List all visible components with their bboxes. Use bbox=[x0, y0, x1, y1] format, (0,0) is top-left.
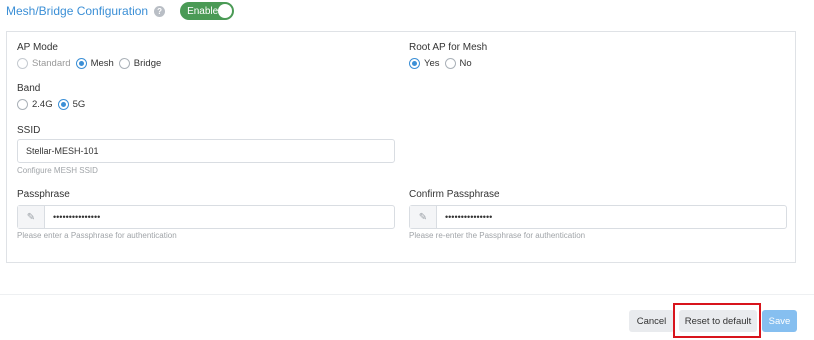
radio-2-4g-label: 2.4G bbox=[32, 99, 53, 110]
ssid-input[interactable]: Stellar-MESH-101 bbox=[17, 139, 395, 163]
help-icon[interactable]: ? bbox=[154, 5, 166, 17]
section-title: Mesh/Bridge Configuration bbox=[6, 4, 149, 18]
radio-standard[interactable] bbox=[17, 58, 28, 69]
band-radio-group: 2.4G 5G bbox=[17, 99, 90, 110]
confirm-passphrase-input[interactable]: ✎ ••••••••••••••• bbox=[409, 205, 787, 229]
passphrase-input[interactable]: ✎ ••••••••••••••• bbox=[17, 205, 395, 229]
footer-divider bbox=[0, 294, 814, 295]
radio-5g-label: 5G bbox=[72, 99, 86, 110]
confirm-passphrase-label: Confirm Passphrase bbox=[409, 189, 500, 200]
section-header: Mesh/Bridge Configuration ? Enabled bbox=[6, 2, 235, 20]
radio-5g[interactable] bbox=[57, 99, 69, 110]
highlight-box bbox=[673, 303, 761, 338]
toggle-knob bbox=[218, 4, 233, 18]
passphrase-label: Passphrase bbox=[17, 189, 70, 200]
enable-toggle[interactable]: Enabled bbox=[180, 2, 235, 20]
confirm-passphrase-help: Please re-enter the Passphrase for authe… bbox=[409, 231, 586, 240]
root-ap-radio-group: Yes No bbox=[409, 58, 477, 69]
radio-bridge[interactable] bbox=[118, 58, 130, 69]
pencil-icon[interactable]: ✎ bbox=[18, 206, 45, 228]
ssid-help: Configure MESH SSID bbox=[17, 166, 98, 175]
ssid-value: Stellar-MESH-101 bbox=[26, 146, 99, 156]
passphrase-help: Please enter a Passphrase for authentica… bbox=[17, 231, 177, 240]
ssid-label: SSID bbox=[17, 125, 41, 136]
passphrase-value: ••••••••••••••• bbox=[53, 212, 101, 222]
pencil-icon[interactable]: ✎ bbox=[410, 206, 437, 228]
radio-standard-label: Standard bbox=[32, 58, 71, 69]
radio-2-4g[interactable] bbox=[17, 99, 28, 110]
radio-mesh-label: Mesh bbox=[90, 58, 114, 69]
band-label: Band bbox=[17, 83, 41, 94]
ap-mode-label: AP Mode bbox=[17, 42, 58, 53]
confirm-passphrase-value: ••••••••••••••• bbox=[445, 212, 493, 222]
cancel-button[interactable]: Cancel bbox=[629, 310, 674, 332]
ap-mode-radio-group: Standard Mesh Bridge bbox=[17, 58, 166, 69]
save-button[interactable]: Save bbox=[762, 310, 797, 332]
config-panel: AP Mode Standard Mesh Bridge Root AP for… bbox=[6, 31, 796, 263]
radio-no[interactable] bbox=[444, 58, 456, 69]
radio-bridge-label: Bridge bbox=[133, 58, 162, 69]
root-ap-label: Root AP for Mesh bbox=[409, 42, 488, 53]
radio-yes-label: Yes bbox=[424, 58, 440, 69]
radio-yes[interactable] bbox=[409, 58, 420, 69]
radio-mesh[interactable] bbox=[75, 58, 87, 69]
radio-no-label: No bbox=[459, 58, 472, 69]
